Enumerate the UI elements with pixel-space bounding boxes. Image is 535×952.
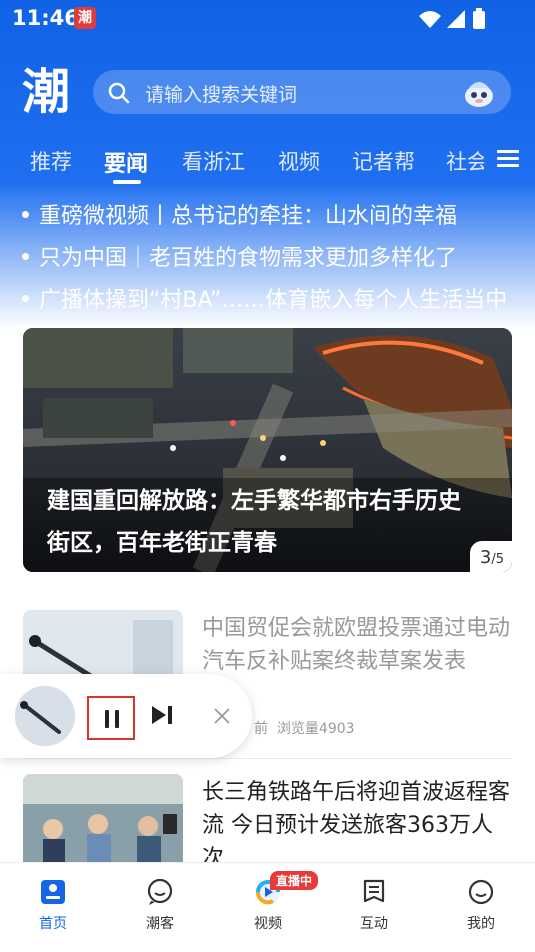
mini-audio-player [0,674,252,758]
tab-recommend[interactable]: 推荐 [30,146,72,176]
search-placeholder: 请输入搜索关键词 [145,84,298,106]
carousel-counter: 3/5 [469,541,512,572]
search-icon [108,82,130,104]
interaction-icon [363,879,385,903]
tab-society[interactable]: 社会 [446,146,484,176]
tab-video[interactable]: 视频 [278,146,320,176]
pause-button[interactable] [87,696,135,740]
close-icon[interactable] [212,706,232,726]
divider [23,758,512,759]
wifi-icon [419,11,441,28]
hero-carousel[interactable]: 建国重回解放路：左手繁华都市右手历史街区，百年老街正青春 3/5 [23,328,512,572]
nav-interact[interactable]: 互动 [334,877,414,933]
app-notification-icon: 潮 [74,7,96,29]
article-title: 长三角铁路午后将迎首波返程客流 今日预计发送旅客363万人次 [202,780,511,862]
live-badge: 直播中 [270,871,319,890]
article-card[interactable]: 长三角铁路午后将迎首波返程客流 今日预计发送旅客363万人次 [23,774,512,862]
headline-item[interactable]: 重磅微视频丨总书记的牵挂：山水间的幸福 [22,198,522,240]
bullet-icon [22,210,29,218]
article-title: 中国贸促会就欧盟投票通过电动汽车反补贴案终裁草案发表 [202,616,511,674]
search-bar[interactable]: 请输入搜索关键词 [93,70,511,114]
tab-zhejiang[interactable]: 看浙江 [182,146,245,176]
nav-home[interactable]: 首页 [13,877,93,933]
home-icon [41,880,65,904]
status-time: 11:46 [12,6,79,30]
tab-reporter[interactable]: 记者帮 [352,146,415,176]
hero-title: 建国重回解放路：左手繁华都市右手历史街区，百年老街正青春 [47,488,461,556]
status-icons [415,8,495,34]
skip-next-icon[interactable] [150,704,174,726]
category-tabs: 推荐 要闻 看浙江 视频 记者帮 社会 [0,140,535,186]
status-bar: 11:46 潮 [0,0,535,36]
bottom-navigation: 首页 潮客 视频 直播中 互动 我的 [0,862,535,952]
profile-icon [468,879,494,905]
headline-item[interactable]: 广播体操到“村BA”……体育嵌入每个人生活当中 [22,282,522,324]
mascot-icon[interactable] [461,74,497,110]
bullet-icon [22,252,29,260]
pause-icon [105,710,109,728]
headline-item[interactable]: 只为中国｜老百姓的食物需求更加多样化了 [22,240,522,282]
player-cover-image[interactable] [15,686,75,746]
article-thumbnail [23,774,183,862]
menu-icon[interactable] [497,150,519,168]
signal-icon [447,10,465,28]
battery-icon [473,11,485,29]
nav-profile[interactable]: 我的 [441,877,521,933]
chat-icon [147,878,173,905]
headline-ticker: 重磅微视频丨总书记的牵挂：山水间的幸福 只为中国｜老百姓的食物需求更加多样化了 … [22,198,522,324]
bullet-icon [22,294,29,302]
tab-headlines[interactable]: 要闻 [104,146,148,178]
app-logo[interactable]: 潮 [22,64,78,120]
nav-chaoke[interactable]: 潮客 [120,877,200,933]
active-tab-indicator [113,180,141,184]
